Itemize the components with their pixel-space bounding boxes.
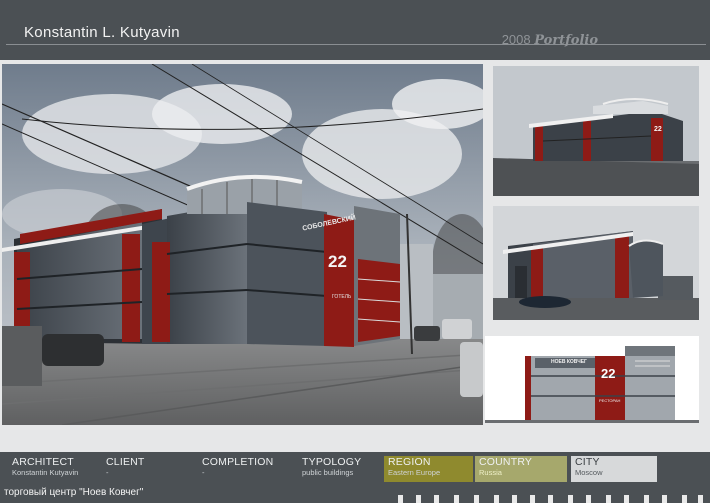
architect-value: Konstantin Kutyavin <box>12 468 79 477</box>
typology-value: public buildings <box>302 468 354 477</box>
header: Konstantin L. Kutyavin 2008 Portfolio <box>0 0 710 60</box>
info-client: CLIENT - <box>102 456 198 481</box>
facade-sign-number: 22 <box>601 366 616 381</box>
main-building-image: СОБОЛЕВСКИЙ 22 ГОТЕЛЬ <box>2 64 483 425</box>
city-value: Moscow <box>575 468 603 477</box>
project-title: торговый центр "Ноев Ковчег" <box>4 487 144 498</box>
client-label: CLIENT <box>106 456 145 468</box>
info-typology: TYPOLOGY public buildings <box>298 456 384 481</box>
country-value: Russia <box>479 468 502 477</box>
aerial-render-image: 22 <box>493 66 699 196</box>
client-value: - <box>106 468 109 477</box>
info-completion: COMPLETION - <box>198 456 298 481</box>
info-city: CITY Moscow <box>571 456 657 482</box>
thumb1-sign-number: 22 <box>654 126 662 133</box>
region-label: REGION <box>388 456 431 468</box>
page-index-ticks <box>398 494 704 503</box>
info-architect: ARCHITECT Konstantin Kutyavin <box>8 456 104 481</box>
street-render-image <box>493 206 699 320</box>
portfolio-year: 2008 <box>501 32 531 47</box>
header-divider <box>6 44 706 45</box>
country-label: COUNTRY <box>479 456 533 468</box>
completion-label: COMPLETION <box>202 456 274 468</box>
facade-elevation-image: НОЕВ КОВЧЕГ 22 РЕСТОРАН <box>485 336 699 423</box>
facade-sign-top: НОЕВ КОВЧЕГ <box>551 359 587 365</box>
facade-sign-restaurant: РЕСТОРАН <box>599 398 621 403</box>
author-name: Konstantin L. Kutyavin <box>24 24 180 41</box>
region-value: Eastern Europe <box>388 468 441 477</box>
portfolio-title: 2008 Portfolio <box>502 32 598 48</box>
building-sign-sub: ГОТЕЛЬ <box>332 294 352 300</box>
portfolio-word: Portfolio <box>534 33 598 48</box>
info-country: COUNTRY Russia <box>475 456 567 482</box>
architect-label: ARCHITECT <box>12 456 74 468</box>
completion-value: - <box>202 468 205 477</box>
typology-label: TYPOLOGY <box>302 456 362 468</box>
building-sign-number: 22 <box>328 252 347 271</box>
city-label: CITY <box>575 456 600 468</box>
info-region: REGION Eastern Europe <box>384 456 473 482</box>
